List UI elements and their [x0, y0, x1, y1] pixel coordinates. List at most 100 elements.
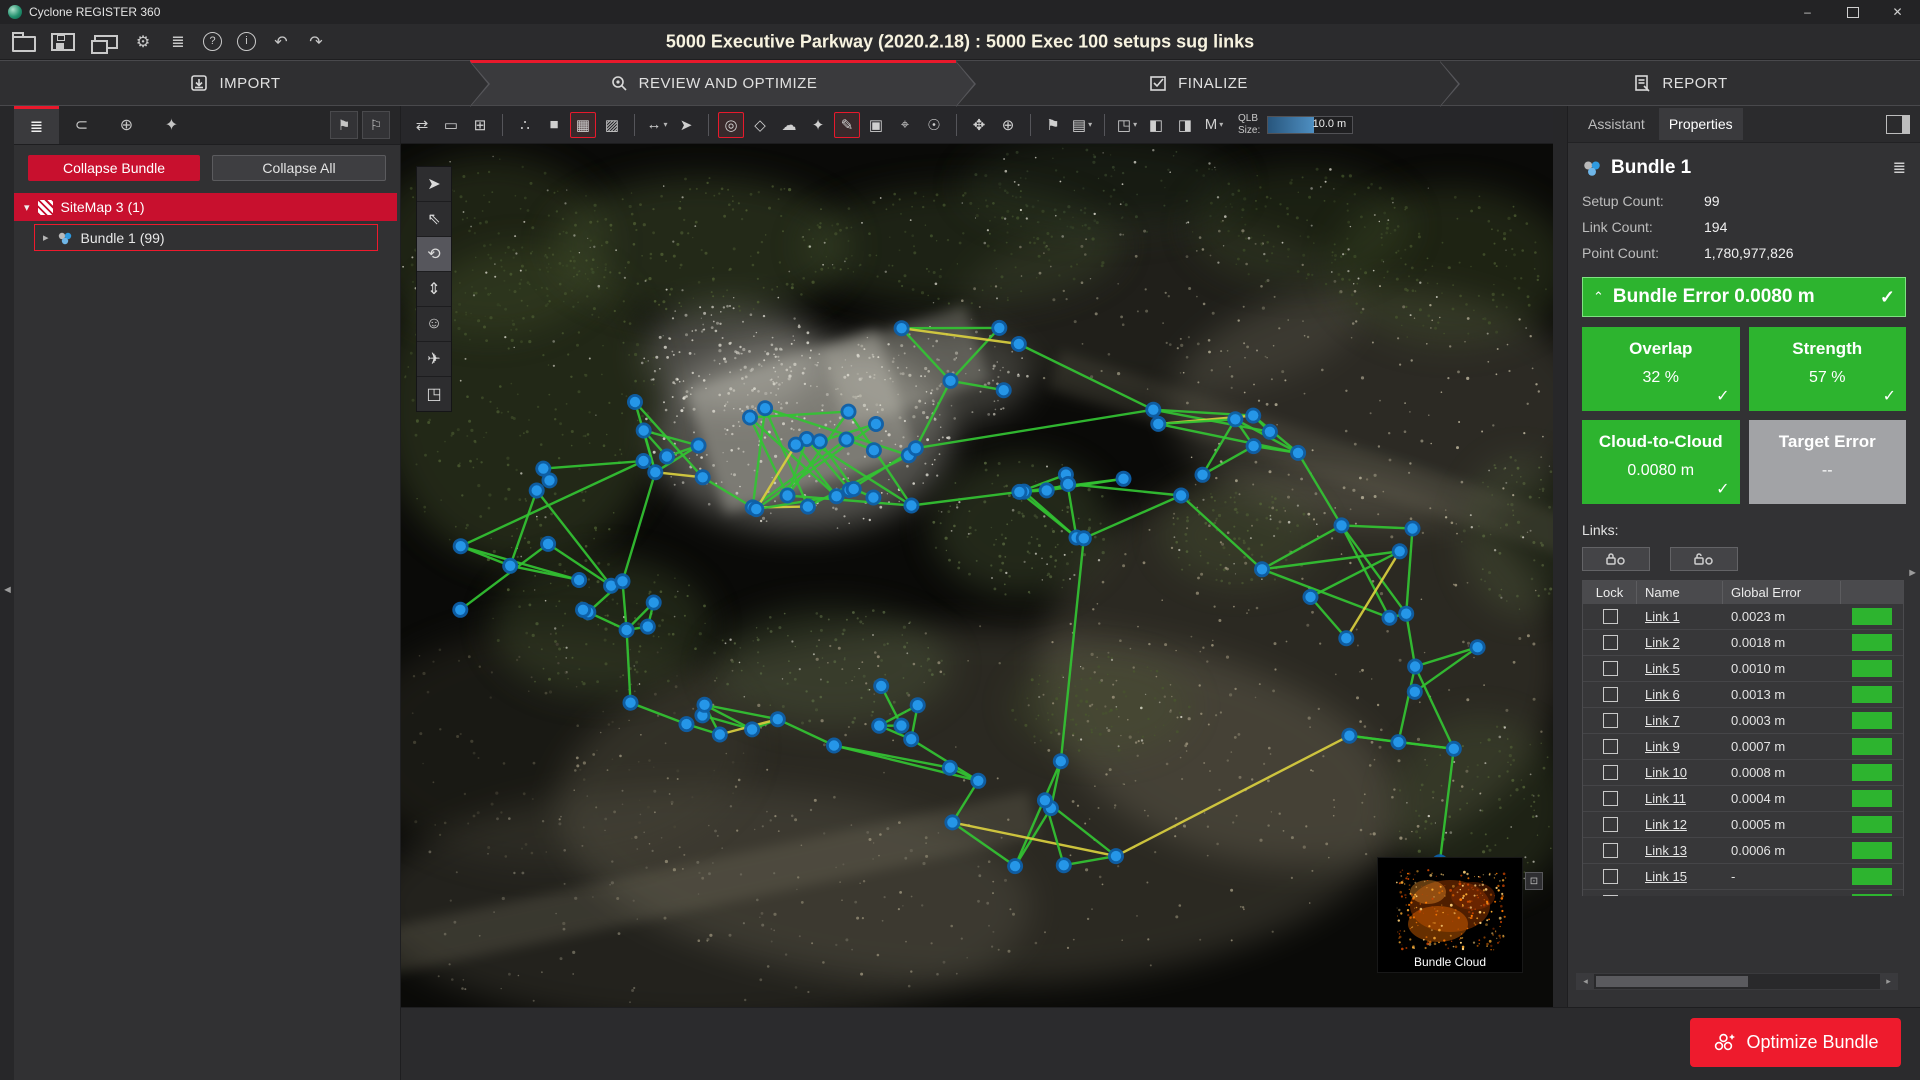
- pick-point-icon[interactable]: ➤: [673, 112, 699, 138]
- cloud-view-b-icon[interactable]: ◨: [1172, 112, 1198, 138]
- label-icon[interactable]: ◇: [747, 112, 773, 138]
- save-project-icon[interactable]: [51, 33, 75, 51]
- overlap-tile[interactable]: Overlap 32 % ✓: [1582, 327, 1740, 411]
- link-row[interactable]: Link 110.0004 m: [1583, 786, 1903, 812]
- lock-checkbox[interactable]: [1603, 895, 1618, 896]
- link-row[interactable]: Link 90.0007 m: [1583, 734, 1903, 760]
- scroll-left-button[interactable]: ◂: [1577, 974, 1594, 989]
- link-row[interactable]: Link 50.0010 m: [1583, 656, 1903, 682]
- solid-render-icon[interactable]: ■: [541, 112, 567, 138]
- link-row[interactable]: Link 60.0013 m: [1583, 682, 1903, 708]
- snapshot-icon[interactable]: ▣: [863, 112, 889, 138]
- unlock-all-links-button[interactable]: [1670, 547, 1738, 571]
- lock-checkbox[interactable]: [1603, 869, 1618, 884]
- map-mode-icon[interactable]: M▾: [1201, 112, 1227, 138]
- grid-settings-icon[interactable]: ▤▾: [1069, 112, 1095, 138]
- flag-icon[interactable]: ⚑: [1040, 112, 1066, 138]
- link-name[interactable]: Link 13: [1645, 843, 1687, 858]
- lock-checkbox[interactable]: [1603, 843, 1618, 858]
- bundle-cloud-thumbnail[interactable]: Bundle Cloud: [1377, 857, 1523, 973]
- close-button[interactable]: ✕: [1875, 0, 1920, 24]
- look-tool-icon[interactable]: ☺: [417, 307, 451, 342]
- expand-all-button[interactable]: ⚑: [330, 111, 358, 139]
- multi-pick-tool-icon[interactable]: ⇖: [417, 202, 451, 237]
- chevron-down-icon[interactable]: ▾: [24, 201, 30, 214]
- link-name[interactable]: Link 10: [1645, 765, 1687, 780]
- link-row[interactable]: Link 70.0003 m: [1583, 708, 1903, 734]
- collapse-all-tree-button[interactable]: Collapse All: [212, 155, 386, 181]
- tab-assistant[interactable]: Assistant: [1578, 108, 1655, 140]
- lock-checkbox[interactable]: [1603, 791, 1618, 806]
- pano-icon[interactable]: ☉: [921, 112, 947, 138]
- lock-checkbox[interactable]: [1603, 739, 1618, 754]
- grid-view-icon[interactable]: ▦: [570, 112, 596, 138]
- name-column-header[interactable]: Name: [1637, 581, 1723, 604]
- qlb-size-slider[interactable]: 10.0 m: [1267, 116, 1353, 134]
- view-cube-icon[interactable]: ◳▾: [1114, 112, 1140, 138]
- settings-icon[interactable]: ⚙: [133, 32, 153, 52]
- orbit-tool-icon[interactable]: ⟲: [417, 237, 451, 272]
- measure-icon[interactable]: ↔▾: [644, 112, 670, 138]
- strength-tile[interactable]: Strength 57 % ✓: [1749, 327, 1907, 411]
- thumbnail-options-button[interactable]: ⊡: [1525, 872, 1543, 890]
- section-tool-icon[interactable]: ◳: [417, 377, 451, 411]
- link-name[interactable]: Link 9: [1645, 739, 1680, 754]
- maximize-button[interactable]: [1830, 0, 1875, 24]
- cloud-link-icon[interactable]: ☁: [776, 112, 802, 138]
- target-error-tile[interactable]: Target Error --: [1749, 420, 1907, 504]
- draw-link-icon[interactable]: ✎: [834, 112, 860, 138]
- zoom-window-icon[interactable]: ⊞: [467, 112, 493, 138]
- event-log-icon[interactable]: ≣: [168, 32, 188, 52]
- lock-checkbox[interactable]: [1603, 713, 1618, 728]
- tab-import[interactable]: IMPORT: [0, 60, 470, 106]
- minimize-button[interactable]: –: [1785, 0, 1830, 24]
- undo-icon[interactable]: ↶: [271, 32, 291, 52]
- sidebar-tab-tags[interactable]: ✦: [149, 106, 194, 144]
- link-name[interactable]: Link 11: [1645, 791, 1686, 806]
- lock-checkbox[interactable]: [1603, 817, 1618, 832]
- window-select-icon[interactable]: ▭: [438, 112, 464, 138]
- link-row[interactable]: Link 10.0023 m: [1583, 604, 1903, 630]
- lock-checkbox[interactable]: [1603, 635, 1618, 650]
- sidebar-tab-attachments[interactable]: ⊂: [59, 106, 104, 144]
- link-name[interactable]: Link 6: [1645, 687, 1680, 702]
- sidebar-tab-project-tree[interactable]: ≣: [14, 106, 59, 144]
- sidebar-tab-web[interactable]: ⊕: [104, 106, 149, 144]
- image-view-icon[interactable]: ▨: [599, 112, 625, 138]
- collapse-bundle-button[interactable]: Collapse Bundle: [28, 155, 200, 181]
- lock-all-links-button[interactable]: [1582, 547, 1650, 571]
- tab-properties[interactable]: Properties: [1659, 108, 1743, 140]
- tree-item-sitemap[interactable]: ▾ SiteMap 3 (1): [14, 193, 397, 221]
- about-icon[interactable]: i: [237, 32, 256, 51]
- cloud-to-cloud-tile[interactable]: Cloud-to-Cloud 0.0080 m ✓: [1582, 420, 1740, 504]
- link-name[interactable]: Link 12: [1645, 817, 1687, 832]
- select-tool-icon[interactable]: ➤: [417, 167, 451, 202]
- tab-review-and-optimize[interactable]: REVIEW AND OPTIMIZE: [470, 60, 956, 106]
- scanner-icon[interactable]: ⊕: [995, 112, 1021, 138]
- lock-checkbox[interactable]: [1603, 661, 1618, 676]
- geotag-icon[interactable]: ⌖: [892, 112, 918, 138]
- collapse-all-button[interactable]: ⚐: [362, 111, 390, 139]
- link-name[interactable]: Link 1: [1645, 609, 1680, 624]
- open-project-icon[interactable]: [12, 36, 36, 52]
- scrollbar-thumb[interactable]: [1596, 976, 1748, 987]
- batch-import-icon[interactable]: [94, 35, 118, 49]
- cloud-view-a-icon[interactable]: ◧: [1143, 112, 1169, 138]
- help-icon[interactable]: ?: [203, 32, 222, 51]
- link-row[interactable]: Link 120.0005 m: [1583, 812, 1903, 838]
- annotate-icon[interactable]: ✦: [805, 112, 831, 138]
- link-row[interactable]: Link 200.0006 m: [1583, 890, 1903, 896]
- collapse-left-panel-handle[interactable]: ◄: [2, 584, 13, 596]
- link-row[interactable]: Link 100.0008 m: [1583, 760, 1903, 786]
- lock-checkbox[interactable]: [1603, 687, 1618, 702]
- bundle-error-banner[interactable]: ⌃ Bundle Error 0.0080 m ✓: [1582, 277, 1906, 317]
- panel-layout-icon[interactable]: [1886, 115, 1910, 134]
- link-name[interactable]: Link 2: [1645, 635, 1680, 650]
- link-row[interactable]: Link 130.0006 m: [1583, 838, 1903, 864]
- lock-checkbox[interactable]: [1603, 765, 1618, 780]
- redo-icon[interactable]: ↷: [306, 32, 326, 52]
- move-setup-icon[interactable]: ✥: [966, 112, 992, 138]
- fly-tool-icon[interactable]: ✈: [417, 342, 451, 377]
- target-icon[interactable]: ◎: [718, 112, 744, 138]
- link-name[interactable]: Link 20: [1645, 895, 1687, 896]
